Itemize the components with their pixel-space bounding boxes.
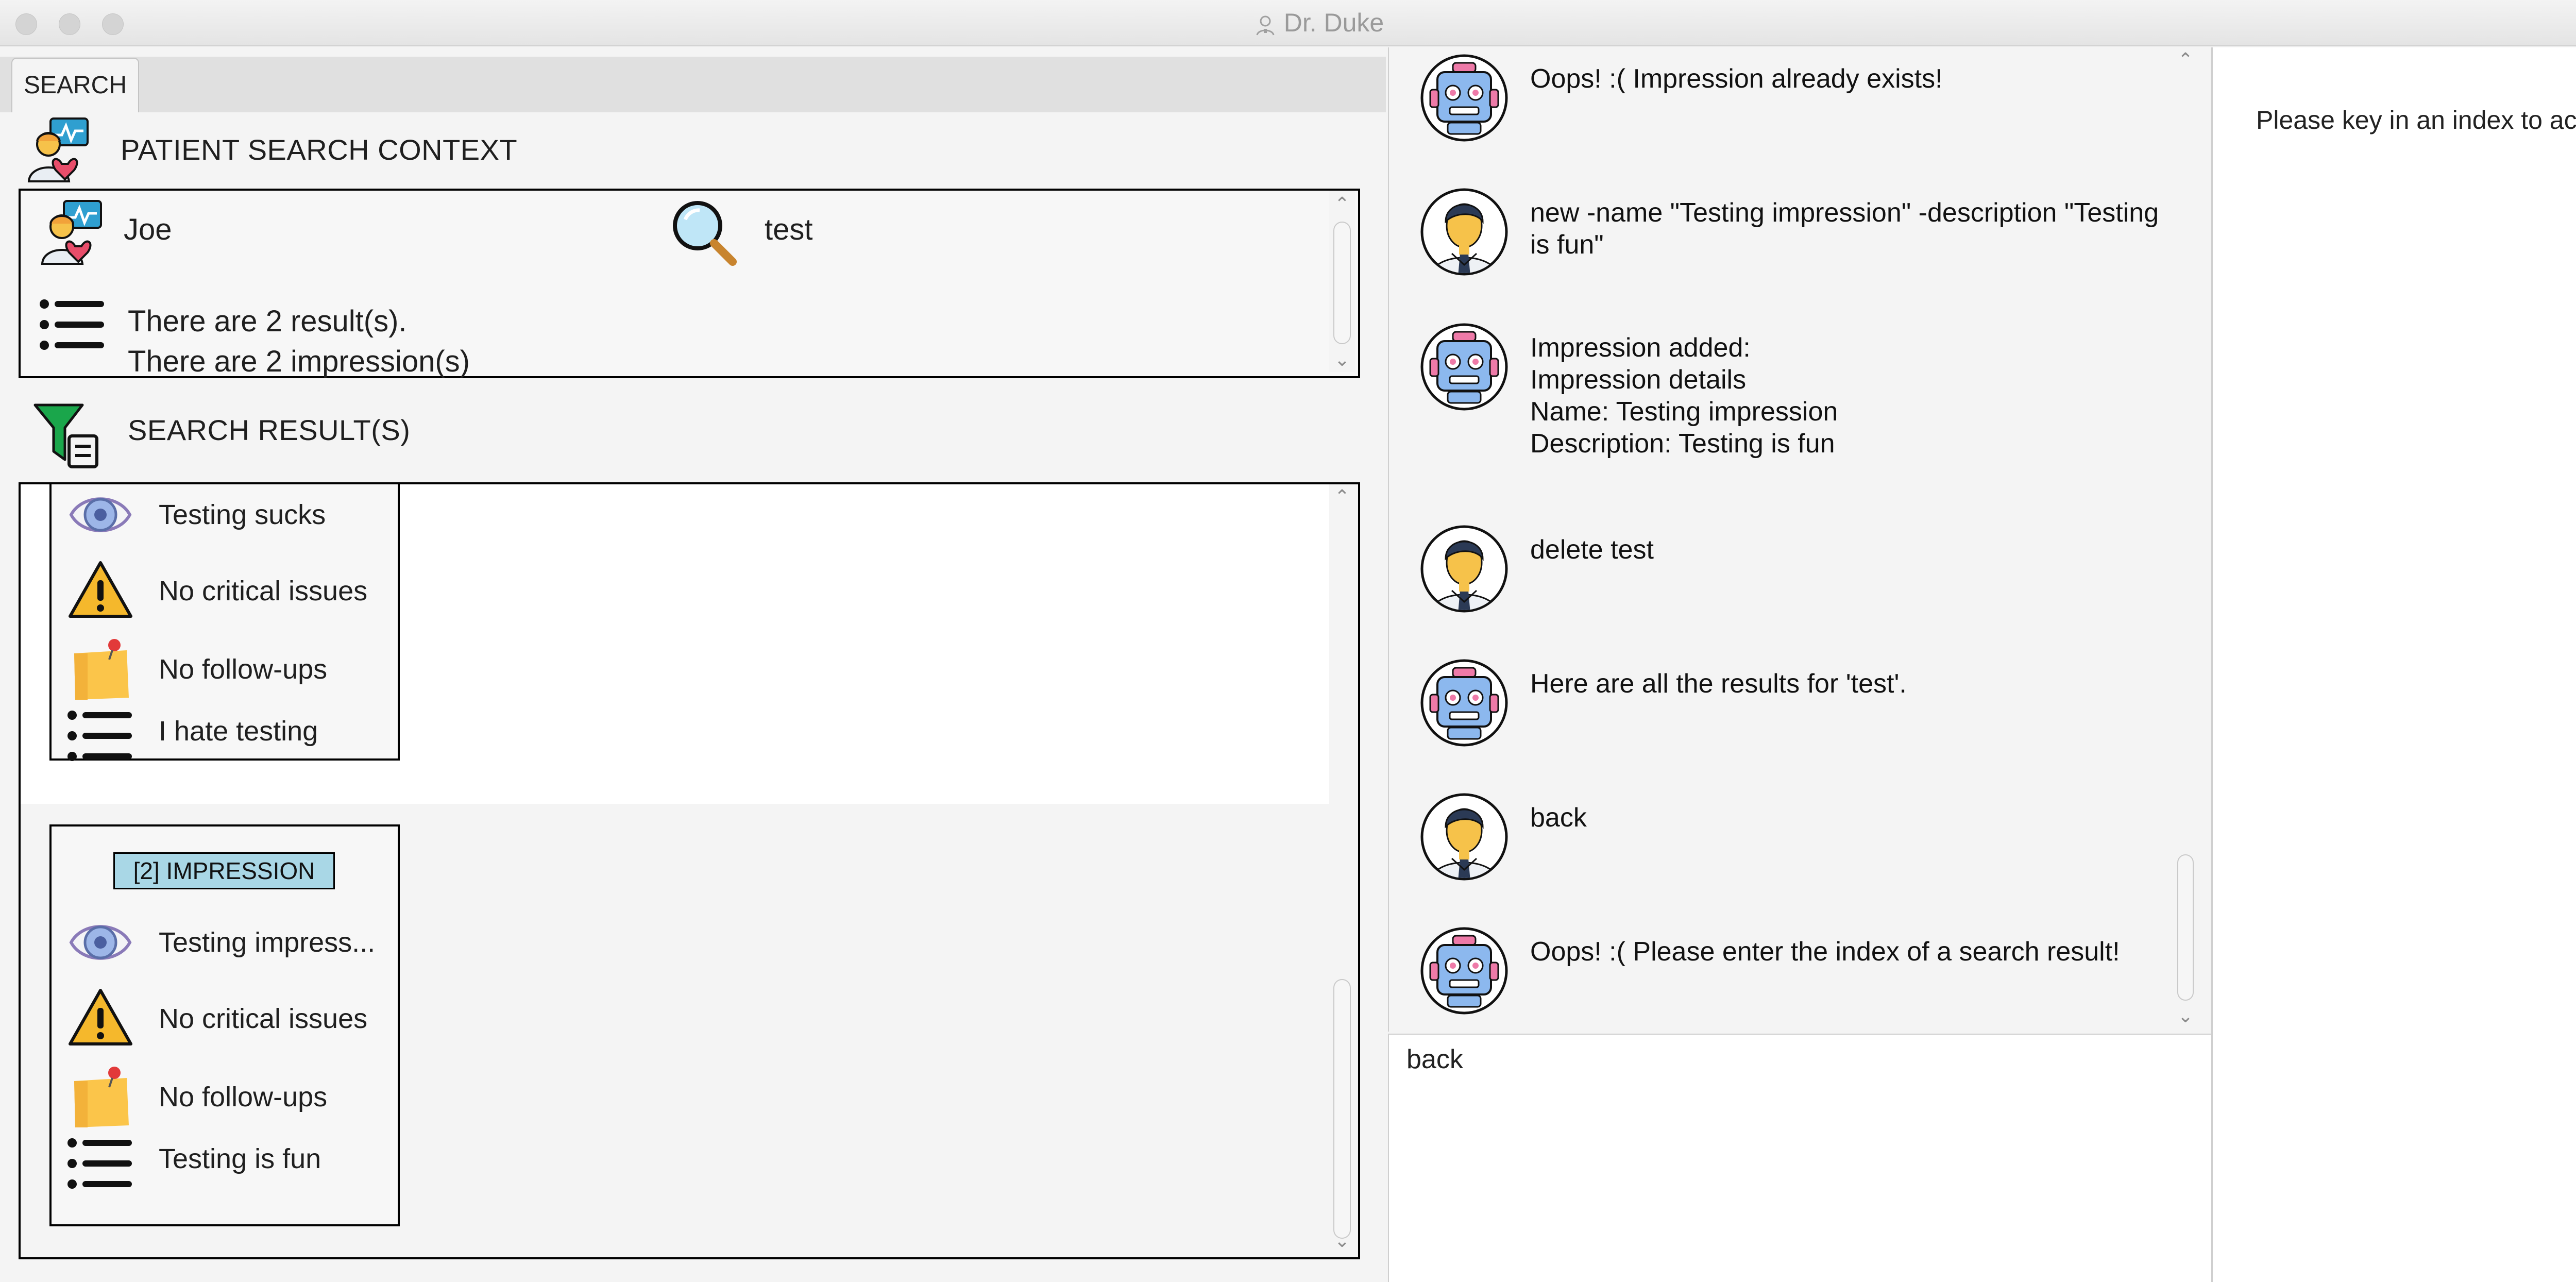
app-window: Dr. Duke SEARCH PATIENT SEARCH CONTEXT J… — [0, 0, 2576, 1282]
search-icon — [673, 201, 737, 266]
result-card[interactable]: [2] IMPRESSION Testing impress... No cri… — [49, 824, 400, 1226]
card-critical: No critical issues — [159, 576, 368, 606]
chat-history: Oops! :( Impression already exists! new … — [1388, 47, 2197, 1032]
result-type-badge: [2] IMPRESSION — [113, 852, 335, 889]
card-description: Testing is fun — [159, 1143, 321, 1174]
user-avatar-icon — [1420, 793, 1508, 881]
message-text: delete test — [1530, 535, 1654, 565]
message-text: Oops! :( Please enter the index of a sea… — [1530, 937, 2120, 967]
user-avatar-icon — [1420, 525, 1508, 613]
warning-icon — [69, 989, 132, 1045]
bot-avatar — [1420, 659, 1509, 747]
card-followups-row: No follow-ups — [52, 636, 398, 708]
title-bar: Dr. Duke — [0, 0, 2576, 46]
card-description-row: Testing is fun — [52, 1138, 398, 1210]
user-avatar — [1420, 792, 1509, 881]
card-description: I hate testing — [159, 716, 318, 747]
window-title: Dr. Duke — [1283, 8, 1384, 37]
list-icon — [67, 1138, 132, 1189]
chat-scrollbar[interactable]: ⌃ ⌄ — [2174, 47, 2197, 1032]
app-doctor-icon — [1256, 15, 1275, 36]
command-input-value: back — [1406, 1044, 1463, 1074]
message-text: Here are all the results for 'test'. — [1530, 669, 1907, 699]
command-input[interactable]: back — [1388, 1034, 2211, 1282]
bot-avatar — [1420, 54, 1509, 142]
card-name-row: Testing sucks — [52, 484, 398, 553]
patient-context-header: PATIENT SEARCH CONTEXT — [121, 133, 518, 166]
info-panel: Please key in an index to access th — [2211, 47, 2576, 1282]
patient-name: Joe — [124, 213, 172, 246]
search-term: test — [765, 213, 813, 246]
card-critical-row: No critical issues — [52, 985, 398, 1057]
card-name: Testing impress... — [159, 927, 376, 958]
scroll-down-arrow[interactable]: ⌄ — [1329, 349, 1355, 370]
card-critical: No critical issues — [159, 1003, 368, 1034]
bot-avatar — [1420, 323, 1509, 411]
impression-count: There are 2 impression(s) — [128, 345, 470, 378]
user-avatar — [1420, 188, 1509, 276]
patient-context-box: Joe test There are 2 result(s). There ar… — [19, 189, 1360, 378]
info-panel-text: Please key in an index to access th — [2256, 106, 2576, 134]
robot-avatar-icon — [1420, 54, 1508, 142]
card-followups: No follow-ups — [159, 1082, 328, 1112]
patient-icon — [41, 200, 102, 265]
robot-avatar-icon — [1420, 927, 1508, 1015]
robot-avatar-icon — [1420, 659, 1508, 747]
card-name-row: Testing impress... — [52, 909, 398, 981]
scrollbar-thumb[interactable] — [1333, 222, 1351, 344]
result-card[interactable]: Testing sucks No critical issues No foll… — [49, 484, 400, 761]
sticky-note-icon — [74, 1067, 129, 1127]
scroll-up-arrow[interactable]: ⌃ — [2174, 49, 2197, 70]
scroll-up-arrow[interactable]: ⌃ — [1329, 194, 1355, 214]
user-avatar-icon — [1420, 188, 1508, 276]
user-avatar — [1420, 525, 1509, 613]
warning-icon — [69, 561, 132, 618]
card-name: Testing sucks — [159, 499, 326, 530]
message-text: Oops! :( Impression already exists! — [1530, 64, 1943, 94]
message-text: Impression added: Impression details Nam… — [1530, 333, 1838, 459]
search-panel: PATIENT SEARCH CONTEXT Joe test There ar… — [0, 112, 1386, 1282]
robot-avatar-icon — [1420, 323, 1508, 411]
sticky-note-icon — [74, 639, 129, 700]
filter-icon — [33, 403, 98, 468]
bot-avatar — [1420, 926, 1509, 1015]
results-scrollbar[interactable]: ⌃ ⌄ — [1329, 484, 1355, 1253]
patient-monitor-icon — [27, 117, 89, 182]
list-icon — [40, 299, 104, 350]
scrollbar-thumb[interactable] — [1333, 979, 1351, 1239]
card-description-row: I hate testing — [52, 710, 398, 782]
search-results-list: Testing sucks No critical issues No foll… — [19, 482, 1360, 1259]
scrollbar-thumb[interactable] — [2177, 854, 2194, 1001]
card-critical-row: No critical issues — [52, 558, 398, 630]
message-text: new -name "Testing impression" -descript… — [1530, 198, 2159, 260]
eye-icon — [69, 497, 132, 532]
message-text: back — [1530, 803, 1587, 833]
list-icon — [67, 711, 132, 761]
result-count: There are 2 result(s). — [128, 305, 407, 338]
scroll-up-arrow[interactable]: ⌃ — [1329, 486, 1355, 507]
tab-search[interactable]: SEARCH — [11, 58, 139, 113]
card-followups: No follow-ups — [159, 654, 328, 685]
eye-icon — [69, 925, 132, 960]
window-title-wrap: Dr. Duke — [0, 0, 2576, 45]
context-scrollbar[interactable]: ⌃ ⌄ — [1329, 191, 1355, 372]
card-followups-row: No follow-ups — [52, 1064, 398, 1136]
scroll-down-arrow[interactable]: ⌄ — [1329, 1230, 1355, 1251]
scroll-down-arrow[interactable]: ⌄ — [2174, 1006, 2197, 1026]
tab-strip: SEARCH — [0, 57, 1386, 113]
search-results-header: SEARCH RESULT(S) — [128, 414, 411, 446]
